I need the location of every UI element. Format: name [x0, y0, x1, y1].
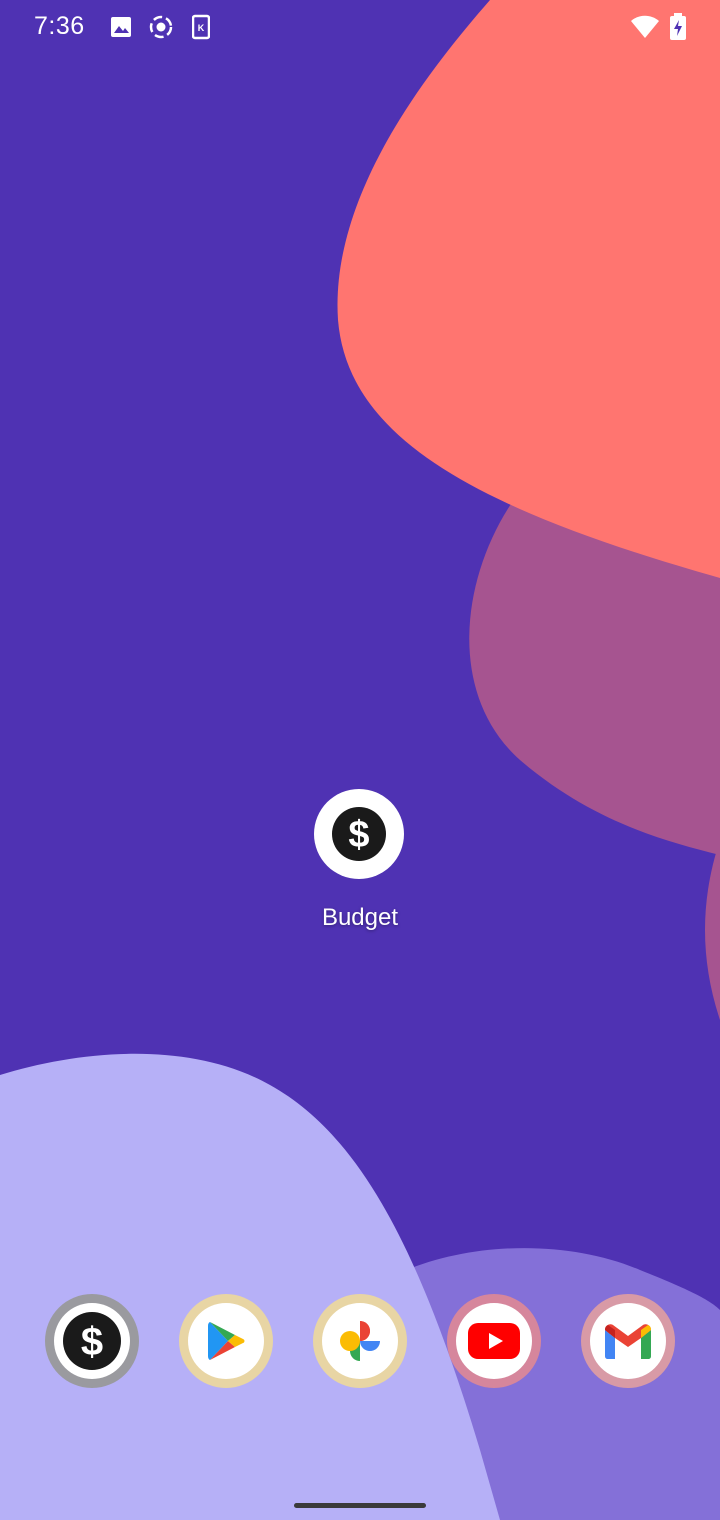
budget-app-label[interactable]: Budget [280, 904, 440, 932]
budget-app-icon[interactable]: $ [314, 789, 404, 879]
wallpaper [0, 0, 720, 1520]
dollar-icon: $ [332, 807, 386, 861]
k-app-icon: K [192, 14, 210, 40]
navigation-gesture-handle[interactable] [294, 1503, 426, 1508]
wifi-icon [631, 15, 659, 38]
status-bar: 7:36 K [0, 0, 720, 56]
battery-charging-icon [670, 13, 686, 40]
dock-gmail-icon[interactable] [581, 1294, 675, 1388]
dock-youtube-icon[interactable] [447, 1294, 541, 1388]
photos-pinwheel-icon [340, 1321, 380, 1361]
dock-photos-icon[interactable] [313, 1294, 407, 1388]
play-store-icon [208, 1322, 245, 1360]
svg-text:$: $ [348, 814, 369, 856]
dock-budget-icon[interactable]: $ [45, 1294, 139, 1388]
status-time: 7:36 [34, 12, 85, 40]
gmail-icon [605, 1324, 651, 1359]
svg-text:K: K [198, 23, 205, 33]
dollar-icon: $ [63, 1312, 121, 1370]
youtube-icon [468, 1323, 520, 1359]
image-icon [111, 17, 131, 37]
dock-play-store-icon[interactable] [179, 1294, 273, 1388]
svg-text:$: $ [81, 1320, 103, 1364]
screen-record-icon [149, 15, 173, 39]
